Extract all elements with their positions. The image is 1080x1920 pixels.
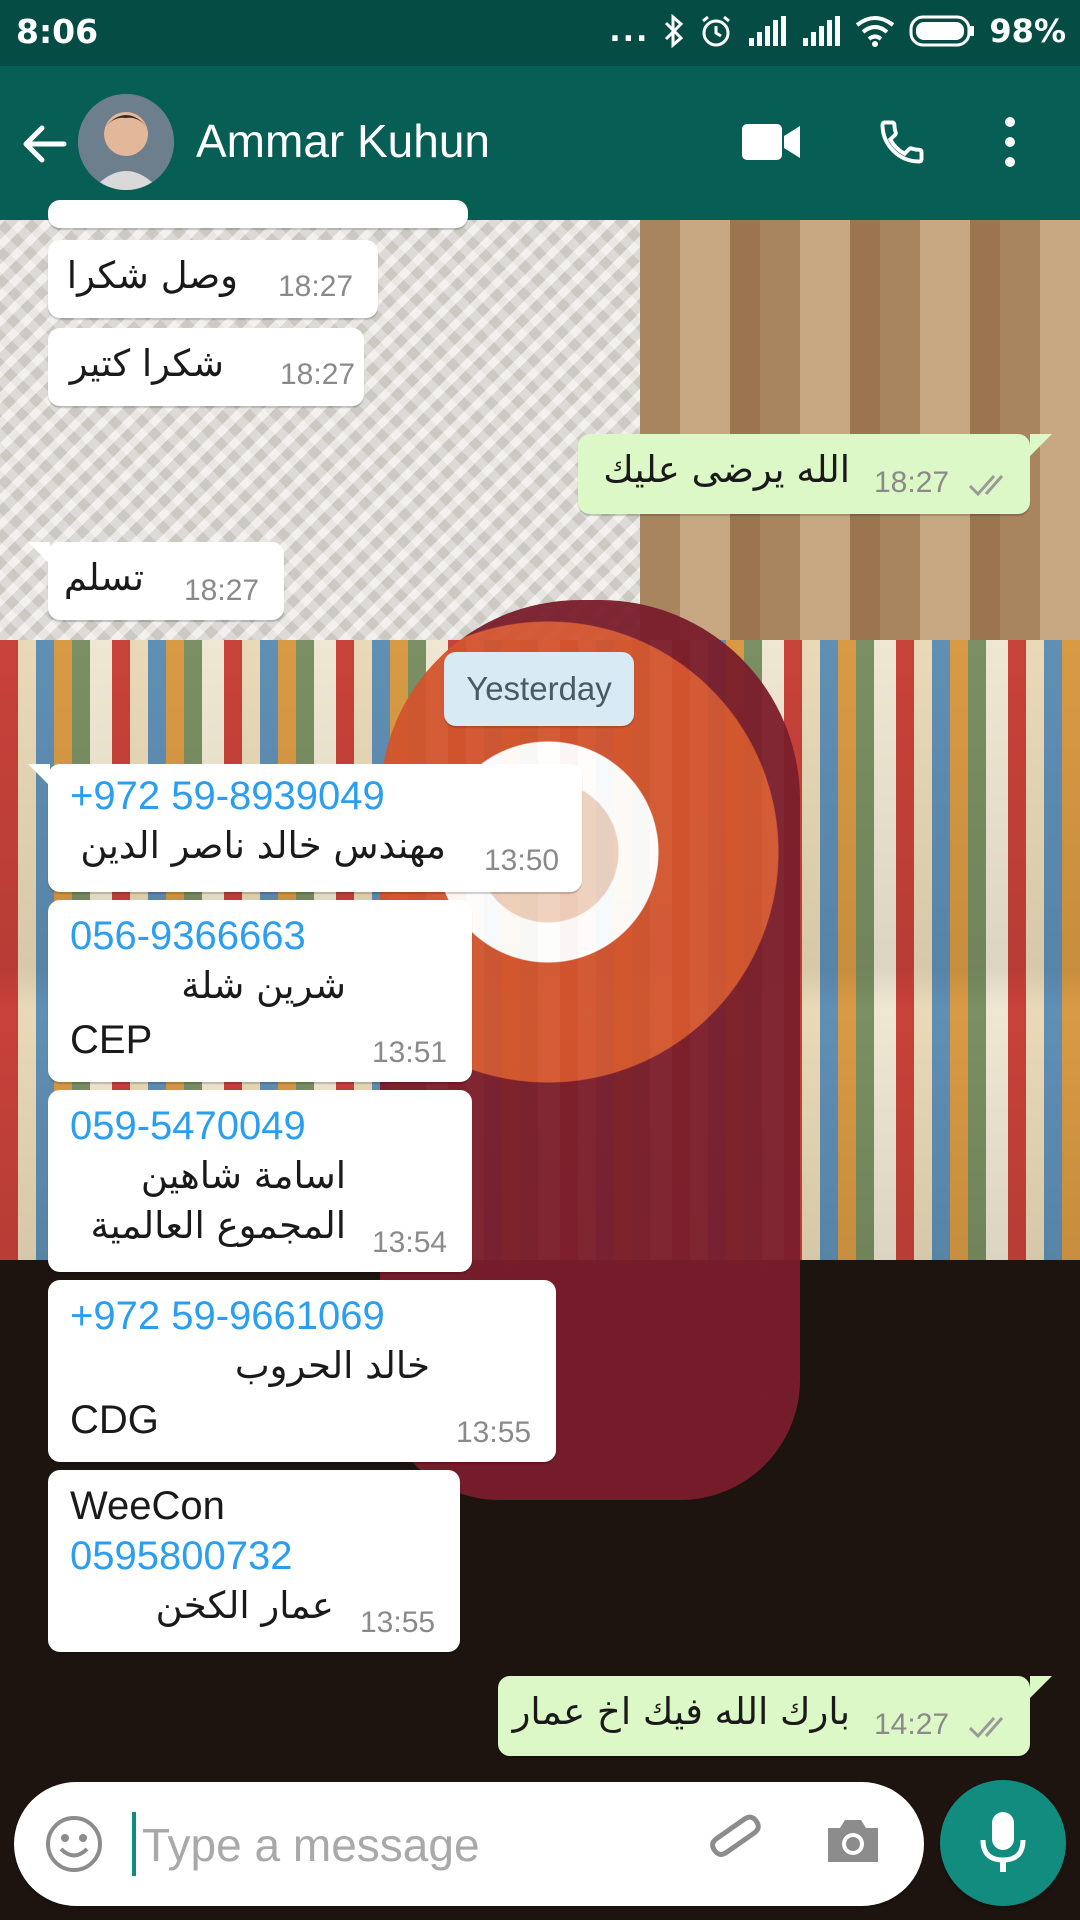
bluetooth-icon bbox=[665, 14, 684, 48]
battery-icon bbox=[909, 15, 975, 47]
message-text: الله يرضى عليك bbox=[603, 448, 850, 491]
signal-icon-2 bbox=[803, 16, 841, 46]
microphone-button[interactable] bbox=[940, 1780, 1066, 1906]
contact-message[interactable]: 059-5470049 اسامة شاهين المجموع العالمية… bbox=[48, 1090, 472, 1272]
contact-message[interactable]: 056-9366663 شرين شلة CEP 13:51 bbox=[48, 900, 472, 1082]
message-time: 14:27 bbox=[874, 1708, 950, 1741]
message-bubble-incoming[interactable]: وصل شكرا 18:27 bbox=[48, 240, 378, 318]
bubble-tail bbox=[28, 542, 50, 564]
message-time: 18:27 bbox=[280, 358, 356, 391]
message-bubble-outgoing[interactable]: الله يرضى عليك 18:27 bbox=[578, 434, 1030, 514]
contact-name[interactable]: Ammar Kuhun bbox=[196, 114, 490, 168]
phone-link[interactable]: +972 59-8939049 bbox=[70, 774, 385, 819]
message-time: 13:50 bbox=[484, 844, 560, 877]
contact-org-text: CEP bbox=[70, 1018, 153, 1062]
message-text: وصل شكرا bbox=[66, 254, 238, 297]
message-time: 13:55 bbox=[360, 1606, 436, 1639]
status-icons: ... 98% bbox=[609, 12, 1066, 50]
message-bubble-outgoing[interactable]: بارك الله فيك اخ عمار 14:27 bbox=[498, 1676, 1030, 1756]
more-vertical-icon[interactable] bbox=[1004, 116, 1016, 168]
emoji-icon[interactable] bbox=[44, 1814, 104, 1874]
message-text: تسلم bbox=[63, 556, 144, 599]
contact-name-text: شرين شلة bbox=[181, 964, 346, 1007]
message-time: 18:27 bbox=[184, 574, 260, 607]
message-bubble-partial[interactable] bbox=[48, 200, 468, 228]
paperclip-icon[interactable] bbox=[704, 1812, 768, 1876]
text-cursor bbox=[132, 1812, 136, 1876]
phone-link[interactable]: 056-9366663 bbox=[70, 914, 306, 959]
message-time: 13:51 bbox=[372, 1036, 448, 1069]
arrow-left-icon[interactable] bbox=[18, 118, 70, 170]
contact-message[interactable]: WeeCon 0595800732 عمار الكخن 13:55 bbox=[48, 1470, 460, 1652]
phone-link[interactable]: 0595800732 bbox=[70, 1534, 292, 1579]
bubble-tail bbox=[28, 764, 50, 786]
chat-header: Ammar Kuhun bbox=[0, 66, 1080, 220]
contact-message[interactable]: +972 59-9661069 خالد الحروب CDG 13:55 bbox=[48, 1280, 556, 1462]
date-divider: Yesterday bbox=[444, 652, 634, 726]
microphone-icon bbox=[980, 1812, 1026, 1872]
camera-icon[interactable] bbox=[824, 1816, 882, 1866]
read-receipt-icon bbox=[968, 1717, 1004, 1739]
status-time: 8:06 bbox=[16, 12, 99, 51]
contact-name-text: اسامة شاهين bbox=[140, 1154, 346, 1197]
contact-message[interactable]: +972 59-8939049 مهندس خالد ناصر الدين 13… bbox=[48, 764, 582, 892]
message-time: 18:27 bbox=[874, 466, 950, 499]
phone-link[interactable]: 059-5470049 bbox=[70, 1104, 306, 1149]
contact-org-text: CDG bbox=[70, 1398, 159, 1442]
phone-icon[interactable] bbox=[876, 116, 928, 168]
contact-name-text: خالد الحروب bbox=[234, 1344, 430, 1387]
battery-percent: 98% bbox=[989, 12, 1066, 50]
message-text: بارك الله فيك اخ عمار bbox=[512, 1690, 850, 1733]
message-composer[interactable]: Type a message bbox=[14, 1782, 924, 1906]
contact-avatar[interactable] bbox=[78, 94, 174, 190]
date-divider-label: Yesterday bbox=[466, 670, 612, 707]
status-bar: 8:06 ... 98% bbox=[0, 0, 1080, 66]
message-time: 18:27 bbox=[278, 270, 354, 303]
message-text: شكرا كتير bbox=[69, 342, 224, 385]
phone-link[interactable]: +972 59-9661069 bbox=[70, 1294, 385, 1339]
read-receipt-icon bbox=[968, 475, 1004, 497]
bubble-tail bbox=[1030, 1676, 1052, 1698]
video-camera-icon[interactable] bbox=[742, 122, 800, 162]
contact-name-text: عمار الكخن bbox=[155, 1584, 334, 1627]
message-bubble-incoming[interactable]: تسلم 18:27 bbox=[48, 542, 284, 620]
contact-org-text: WeeCon bbox=[70, 1484, 225, 1528]
message-bubble-incoming[interactable]: شكرا كتير 18:27 bbox=[48, 328, 364, 406]
notification-dots: ... bbox=[609, 13, 650, 49]
contact-name-text: مهندس خالد ناصر الدين bbox=[80, 824, 446, 867]
bubble-tail bbox=[1030, 434, 1052, 456]
message-input[interactable]: Type a message bbox=[142, 1818, 480, 1872]
contact-org-text: المجموع العالمية bbox=[90, 1204, 346, 1247]
message-time: 13:55 bbox=[456, 1416, 532, 1449]
message-time: 13:54 bbox=[372, 1226, 448, 1259]
alarm-icon bbox=[702, 15, 731, 47]
signal-icon bbox=[749, 16, 787, 46]
wifi-icon bbox=[856, 16, 895, 47]
